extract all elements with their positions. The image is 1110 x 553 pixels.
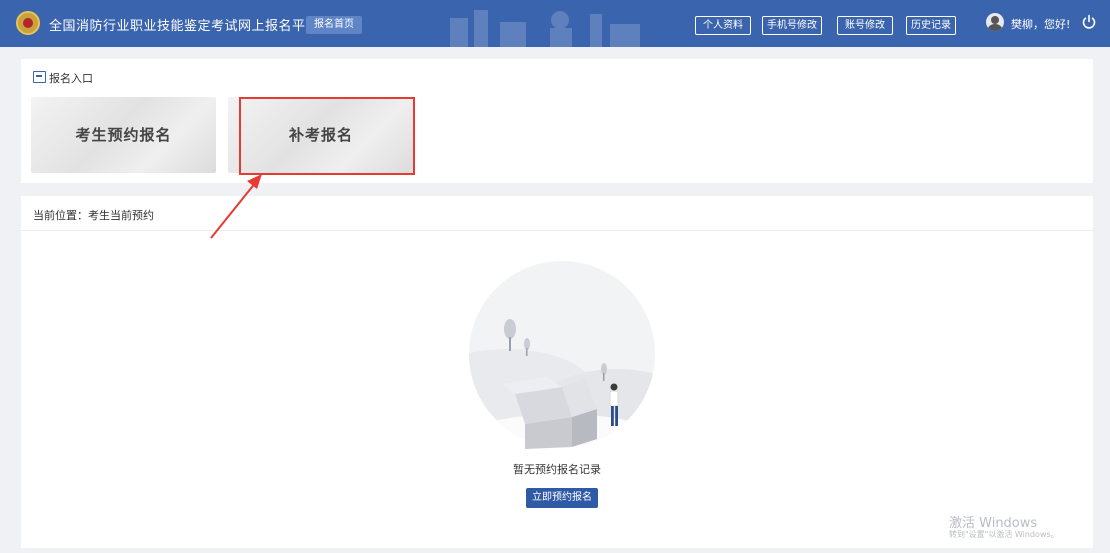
entry-icon xyxy=(33,71,46,83)
site-title: 全国消防行业职业技能鉴定考试网上报名平台 xyxy=(49,19,320,34)
header-decoration xyxy=(450,10,640,47)
empty-box-illustration xyxy=(469,261,655,449)
highlight-box xyxy=(239,97,415,175)
activation-watermark-hint: 转到"设置"以激活 Windows。 xyxy=(949,530,1059,539)
phone-change-button[interactable]: 手机号修改 xyxy=(762,16,822,35)
avatar[interactable] xyxy=(986,13,1004,31)
reserve-now-button[interactable]: 立即预约报名 xyxy=(526,488,598,508)
user-greeting: 樊柳，您好! xyxy=(1011,18,1071,31)
home-button[interactable]: 报名首页 xyxy=(306,16,362,34)
candidate-reservation-card[interactable]: 考生预约报名 xyxy=(31,97,216,173)
divider xyxy=(21,230,1093,231)
profile-button[interactable]: 个人资料 xyxy=(695,16,751,35)
history-button[interactable]: 历史记录 xyxy=(906,16,956,35)
emblem-icon xyxy=(16,11,40,35)
account-change-button[interactable]: 账号修改 xyxy=(837,16,893,35)
top-header: 全国消防行业职业技能鉴定考试网上报名平台 报名首页 个人资料 手机号修改 账号修… xyxy=(0,0,1110,47)
entry-section-title: 报名入口 xyxy=(49,72,93,85)
power-icon[interactable] xyxy=(1081,14,1097,30)
breadcrumb: 当前位置：考生当前预约 xyxy=(33,209,154,222)
registration-entry-panel: 报名入口 考生预约报名 补考报名 xyxy=(21,59,1093,183)
current-reservation-panel: 当前位置：考生当前预约 暂无预约报名记录 立即预约报名 xyxy=(21,196,1093,548)
empty-state-text: 暂无预约报名记录 xyxy=(513,463,601,476)
